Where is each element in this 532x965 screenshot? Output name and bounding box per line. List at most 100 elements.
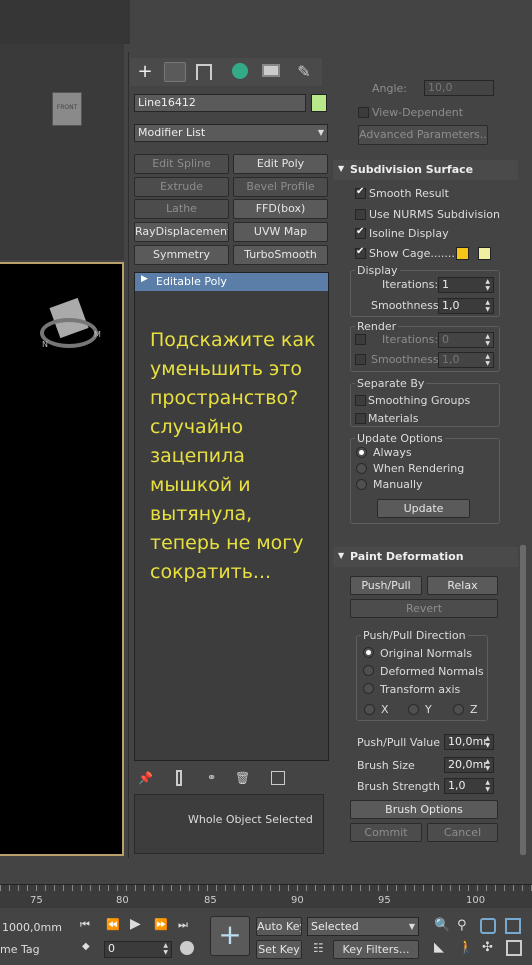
stack-item-editable-poly[interactable]: ▶ Editable Poly (135, 273, 328, 291)
modifier-raydisplacement-button[interactable]: RayDisplacementMod (134, 222, 229, 242)
manually-radio[interactable] (356, 479, 367, 490)
revert-button[interactable]: Revert (350, 599, 498, 618)
brush-options-button[interactable]: Brush Options (350, 800, 498, 819)
axis-x-radio[interactable] (364, 704, 375, 715)
modifier-lathe-button[interactable]: Lathe (134, 199, 229, 219)
command-tabs: + ✎ (130, 58, 322, 86)
render-smoothness-checkbox[interactable] (355, 354, 366, 365)
motion-icon[interactable] (232, 63, 248, 79)
always-radio[interactable] (356, 447, 367, 458)
subdivision-surface-rollout-header[interactable]: Subdivision Surface (333, 160, 518, 180)
object-name-field[interactable]: Line16412 (134, 94, 306, 112)
display-iterations-field[interactable]: 1 ▲ ▼ (438, 277, 494, 293)
view-cube-front[interactable]: FRONT (52, 92, 82, 126)
configure-sets-icon[interactable] (271, 771, 285, 785)
render-iterations-field[interactable]: 0 ▲ ▼ (438, 332, 494, 348)
smoothing-groups-checkbox[interactable] (355, 395, 366, 406)
make-unique-icon[interactable]: ⚭ (207, 771, 223, 785)
maximize-viewport-icon[interactable] (506, 940, 522, 956)
collapse-subdivision-icon: ▼ (338, 164, 345, 173)
set-key-button[interactable]: Set Key (256, 940, 302, 959)
cancel-button[interactable]: Cancel (427, 823, 498, 842)
hierarchy-icon[interactable] (196, 64, 212, 80)
show-cage-checkbox[interactable] (355, 246, 366, 259)
time-config-icon[interactable] (180, 941, 194, 955)
selection-status: Whole Object Selected (188, 813, 313, 826)
display-smoothness-field[interactable]: 1,0 ▲ ▼ (438, 298, 494, 314)
selection-set-dropdown[interactable]: Selected ▼ (307, 917, 419, 936)
modifier-uvw-map-button[interactable]: UVW Map (233, 222, 328, 242)
zoom-icon[interactable]: 🔍 (434, 918, 450, 933)
modifier-list-dropdown[interactable]: Modifier List ▼ (134, 124, 328, 142)
remove-modifier-icon[interactable]: 🗑 (235, 771, 250, 785)
materials-checkbox[interactable] (355, 413, 366, 424)
axis-z-radio[interactable] (453, 704, 464, 715)
chevron-down-icon: ▼ (408, 922, 415, 931)
modifier-extrude-button[interactable]: Extrude (134, 177, 229, 197)
key-mode-icon[interactable]: ◆ (82, 941, 90, 952)
viewport-bottom-strip (0, 860, 532, 884)
brush-strength-field[interactable]: 1,0 ▲ ▼ (444, 778, 494, 794)
collapse-paint-icon: ▼ (338, 551, 345, 560)
utilities-icon[interactable]: ✎ (294, 62, 314, 82)
top-strip (0, 0, 130, 44)
pin-stack-icon[interactable]: 📌 (138, 771, 153, 785)
smooth-result-checkbox[interactable] (355, 186, 366, 199)
modifier-edit-poly-button[interactable]: Edit Poly (233, 154, 328, 174)
create-icon[interactable]: + (134, 62, 156, 82)
nurms-checkbox[interactable] (355, 209, 366, 220)
show-end-result-icon[interactable] (176, 770, 182, 786)
deformed-normals-radio[interactable] (363, 665, 374, 676)
relax-button[interactable]: Relax (427, 576, 498, 595)
push-pull-button[interactable]: Push/Pull (350, 576, 422, 595)
commit-button[interactable]: Commit (350, 823, 422, 842)
paint-deformation-rollout-header[interactable]: Paint Deformation (333, 547, 518, 567)
settings-icon[interactable]: ☷ (313, 941, 327, 955)
modifier-symmetry-button[interactable]: Symmetry (134, 245, 229, 265)
when-rendering-radio[interactable] (356, 463, 367, 474)
time-tag[interactable]: me Tag (0, 943, 40, 956)
modifier-bevel-profile-button[interactable]: Bevel Profile (233, 177, 328, 197)
overlay-question-text: Подскажите как уменьшить это пространств… (150, 329, 316, 583)
walk-through-icon[interactable]: 🚶 (458, 940, 474, 955)
render-iterations-checkbox[interactable] (355, 334, 366, 345)
brush-size-field[interactable]: 20,0mr ▲ ▼ (444, 757, 494, 773)
push-pull-value-field[interactable]: 10,0mr ▲ ▼ (444, 734, 494, 750)
render-smoothness-field[interactable]: 1,0 ▲ ▼ (438, 352, 494, 368)
zoom-extents-icon[interactable] (480, 918, 496, 934)
orbit-icon[interactable]: ✣ (482, 940, 493, 955)
next-frame-icon[interactable]: ⏩ (154, 918, 168, 931)
expand-arrow-icon[interactable]: ▶ (141, 274, 148, 284)
angle-field[interactable]: 10,0 (424, 80, 494, 96)
modifier-edit-spline-button[interactable]: Edit Spline (134, 154, 229, 174)
fov-icon[interactable]: ◣ (434, 940, 444, 955)
view-cube[interactable]: N M (40, 297, 101, 356)
modify-icon[interactable] (164, 62, 186, 82)
play-icon[interactable]: ▶ (130, 916, 141, 932)
original-normals-radio[interactable] (363, 647, 374, 658)
set-key-big-button[interactable]: + (210, 916, 250, 956)
isoline-checkbox[interactable] (355, 226, 366, 239)
current-frame-field[interactable]: 0 ▲ ▼ (104, 941, 172, 958)
goto-end-icon[interactable]: ⏭ (178, 918, 188, 932)
object-color-swatch[interactable] (311, 94, 327, 112)
axis-y-radio[interactable] (408, 704, 419, 715)
display-icon[interactable] (262, 64, 280, 77)
cage-color-swatch-2[interactable] (478, 247, 491, 260)
advanced-parameters-button[interactable]: Advanced Parameters... (358, 125, 488, 145)
zoom-extents-all-icon[interactable] (505, 918, 521, 934)
view-dependent-checkbox[interactable] (358, 107, 369, 118)
modifier-ffd-box-button[interactable]: FFD(box) (233, 199, 328, 219)
key-filters-button[interactable]: Key Filters... (333, 940, 419, 959)
goto-start-icon[interactable]: ⏮ (80, 918, 90, 932)
modifier-turbosmooth-button[interactable]: TurboSmooth (233, 245, 328, 265)
panel-scrollbar[interactable] (520, 545, 526, 855)
coordinate-readout: 1000,0mm (2, 921, 62, 934)
zoom-all-icon[interactable]: ⚲ (457, 918, 467, 933)
auto-key-button[interactable]: Auto Key (256, 917, 302, 936)
transform-axis-radio[interactable] (363, 683, 374, 694)
update-button[interactable]: Update (377, 499, 470, 518)
cage-color-swatch-1[interactable] (456, 247, 469, 260)
timeline-track[interactable] (0, 884, 532, 908)
prev-frame-icon[interactable]: ⏪ (106, 918, 120, 931)
